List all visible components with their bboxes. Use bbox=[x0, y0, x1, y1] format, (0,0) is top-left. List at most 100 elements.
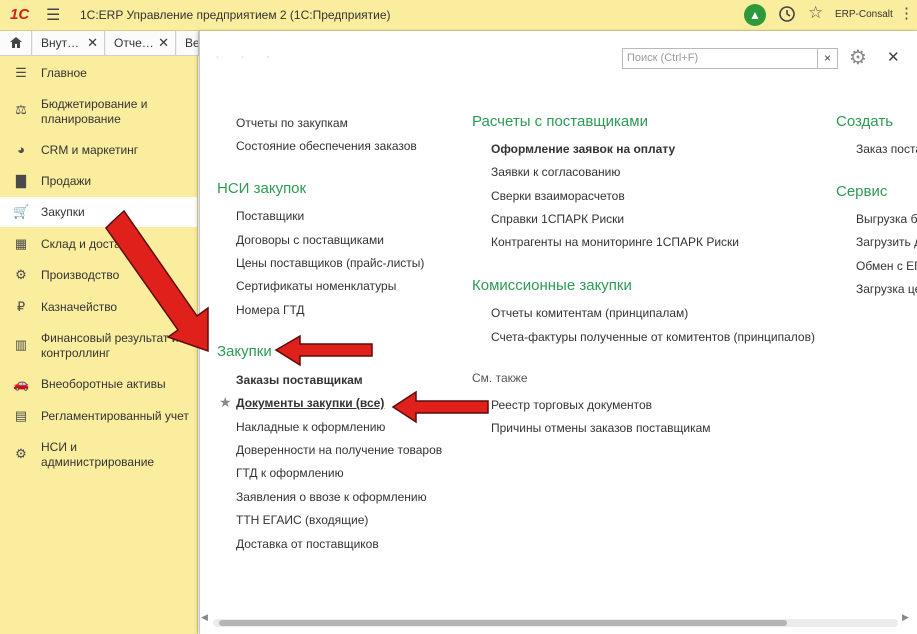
link-consignor-invoices[interactable]: Счета-фактуры полученные от комитентов (… bbox=[491, 330, 815, 344]
warehouse-icon: ▦ bbox=[14, 236, 28, 251]
ledger-icon: ▤ bbox=[14, 408, 28, 423]
pie-chart-icon: ◕ bbox=[17, 142, 25, 157]
star-icon[interactable]: ☆ bbox=[808, 3, 823, 23]
sidebar-item-label: CRM и маркетинг bbox=[41, 143, 139, 157]
link-gtd-to-process[interactable]: ГТД к оформлению bbox=[236, 466, 344, 480]
link-requests-for-approval[interactable]: Заявки к согласованию bbox=[491, 165, 620, 179]
sidebar-item-label: НСИ и администрирование bbox=[41, 440, 155, 469]
sidebar-item-main[interactable]: ☰ Главное bbox=[0, 63, 197, 83]
tab-internal[interactable]: Внут… ✕ bbox=[33, 31, 105, 55]
sidebar-item-purchases[interactable]: 🛒 Закупки bbox=[0, 197, 197, 227]
link-service-export[interactable]: Выгрузка б bbox=[856, 212, 917, 226]
budget-icon: ⚖ bbox=[15, 102, 27, 117]
menu-icon[interactable]: ☰ bbox=[46, 5, 60, 25]
home-icon bbox=[10, 37, 22, 48]
search-input[interactable]: Поиск (Ctrl+F) bbox=[622, 48, 818, 69]
link-service-price-load[interactable]: Загрузка це bbox=[856, 282, 917, 296]
close-icon[interactable]: ✕ bbox=[158, 31, 169, 55]
link-powers-of-attorney[interactable]: Доверенности на получение товаров bbox=[236, 443, 442, 457]
link-trade-documents-register[interactable]: Реестр торговых документов bbox=[491, 398, 652, 412]
sidebar-item-production[interactable]: ⚙ Производство bbox=[0, 265, 197, 285]
sidebar-item-label: Казначейство bbox=[41, 300, 118, 314]
link-supplier-contracts[interactable]: Договоры с поставщиками bbox=[236, 233, 384, 247]
app-title: 1С:ERP Управление предприятием 2 (1С:Пре… bbox=[80, 8, 391, 22]
link-cancel-reasons[interactable]: Причины отмены заказов поставщикам bbox=[491, 421, 711, 435]
favorite-star-icon[interactable]: ★ bbox=[219, 394, 232, 411]
sidebar-item-fixed-assets[interactable]: 🚗 Внеоборотные активы bbox=[0, 374, 197, 394]
sidebar-item-label: Закупки bbox=[41, 205, 85, 219]
gear-icon: ⚙ bbox=[15, 446, 27, 461]
scroll-left-icon[interactable]: ◀ bbox=[201, 612, 208, 623]
bag-icon: ▇ bbox=[16, 173, 26, 188]
heading-settlements: Расчеты с поставщиками bbox=[472, 113, 648, 130]
panel-title-faded: · · · bbox=[215, 48, 279, 65]
history-icon[interactable] bbox=[778, 5, 796, 23]
link-import-applications[interactable]: Заявления о ввозе к оформлению bbox=[236, 490, 427, 504]
link-consignor-reports[interactable]: Отчеты комитентам (принципалам) bbox=[491, 306, 688, 320]
link-supplier-orders[interactable]: Заказы поставщикам bbox=[236, 373, 363, 387]
app-logo: 1С bbox=[10, 6, 30, 23]
heading-purchases: Закупки bbox=[217, 343, 272, 360]
link-service-egais-exchange[interactable]: Обмен с ЕГ bbox=[856, 259, 917, 273]
sidebar-item-regulated-accounting[interactable]: ▤ Регламентированный учет bbox=[0, 406, 197, 426]
tab-label: Отче… bbox=[114, 36, 154, 50]
user-name[interactable]: ERP-Consalt bbox=[835, 9, 893, 20]
sidebar-item-label: Финансовый результат и контроллинг bbox=[41, 331, 179, 360]
cart-icon: 🛒 bbox=[13, 204, 30, 219]
menu-icon: ☰ bbox=[15, 65, 27, 80]
link-gtd-numbers[interactable]: Номера ГТД bbox=[236, 303, 305, 317]
link-supplier-prices[interactable]: Цены поставщиков (прайс-листы) bbox=[236, 256, 424, 270]
link-purchase-reports[interactable]: Отчеты по закупкам bbox=[236, 116, 348, 130]
link-supplier-delivery[interactable]: Доставка от поставщиков bbox=[236, 537, 379, 551]
sidebar-item-label: Регламентированный учет bbox=[41, 409, 189, 423]
close-icon[interactable]: ✕ bbox=[887, 48, 900, 66]
heading-commission: Комиссионные закупки bbox=[472, 277, 632, 294]
title-bar: 1С ☰ 1С:ERP Управление предприятием 2 (1… bbox=[0, 0, 917, 31]
link-payment-requests[interactable]: Оформление заявок на оплату bbox=[491, 142, 675, 156]
sidebar-item-label: Склад и доставка bbox=[41, 237, 140, 251]
car-icon: 🚗 bbox=[13, 376, 30, 391]
sidebar-item-warehouse[interactable]: ▦ Склад и доставка bbox=[0, 234, 197, 254]
more-icon[interactable]: ⋮ bbox=[899, 4, 914, 22]
sidebar-item-sales[interactable]: ▇ Продажи bbox=[0, 171, 197, 191]
link-service-load[interactable]: Загрузить д bbox=[856, 235, 917, 249]
tab-reports[interactable]: Отче… ✕ bbox=[106, 31, 176, 55]
tab-label: Ве bbox=[185, 36, 199, 50]
sidebar-item-label: Внеоборотные активы bbox=[41, 377, 166, 391]
ruble-coin-icon: ₽ bbox=[16, 299, 26, 314]
tab-label: Внут… bbox=[41, 36, 80, 50]
column-create-service: Создать Заказ поста Сервис Выгрузка б За… bbox=[836, 105, 917, 305]
sidebar-item-budgeting[interactable]: ⚖ Бюджетирование и планирование bbox=[0, 94, 197, 130]
sidebar-item-label: Продажи bbox=[41, 174, 92, 188]
heading-service: Сервис bbox=[836, 183, 888, 200]
tab-third[interactable]: Ве bbox=[177, 31, 199, 55]
link-invoices-to-process[interactable]: Накладные к оформлению bbox=[236, 420, 385, 434]
link-purchase-documents-all[interactable]: Документы закупки (все) bbox=[236, 396, 384, 410]
settings-gear-icon[interactable]: ⚙ bbox=[849, 45, 867, 70]
link-reconciliations[interactable]: Сверки взаиморасчетов bbox=[491, 189, 625, 203]
sidebar-item-controlling[interactable]: ▥ Финансовый результат и контроллинг bbox=[0, 328, 197, 364]
scroll-right-icon[interactable]: ▶ bbox=[902, 612, 909, 623]
close-icon[interactable]: ✕ bbox=[87, 31, 98, 55]
home-tab[interactable] bbox=[0, 31, 32, 55]
clear-search-button[interactable]: × bbox=[818, 48, 838, 69]
bell-icon[interactable]: ▲ bbox=[744, 4, 766, 26]
link-suppliers[interactable]: Поставщики bbox=[236, 209, 304, 223]
link-create-supplier-order[interactable]: Заказ поста bbox=[856, 142, 917, 156]
scrollbar-thumb[interactable] bbox=[219, 620, 787, 626]
sidebar-item-crm[interactable]: ◕ CRM и маркетинг bbox=[0, 140, 197, 160]
see-also-label: См. также bbox=[472, 371, 528, 385]
sections-sidebar: ☰ Главное ⚖ Бюджетирование и планировани… bbox=[0, 56, 198, 634]
sidebar-item-label: Бюджетирование и планирование bbox=[41, 97, 148, 126]
link-spark-monitoring[interactable]: Контрагенты на мониторинге 1СПАРК Риски bbox=[491, 235, 739, 249]
bar-chart-icon: ▥ bbox=[14, 337, 28, 352]
sidebar-item-treasury[interactable]: ₽ Казначейство bbox=[0, 297, 197, 317]
factory-icon: ⚙ bbox=[15, 267, 27, 282]
sidebar-item-admin[interactable]: ⚙ НСИ и администрирование bbox=[0, 437, 197, 473]
link-egais-waybills[interactable]: ТТН ЕГАИС (входящие) bbox=[236, 513, 368, 527]
sidebar-item-label: Главное bbox=[41, 66, 87, 80]
sidebar-item-label: Производство bbox=[41, 268, 120, 282]
link-spark-risks[interactable]: Справки 1СПАРК Риски bbox=[491, 212, 624, 226]
link-certificates[interactable]: Сертификаты номенклатуры bbox=[236, 279, 396, 293]
link-order-fulfillment[interactable]: Состояние обеспечения заказов bbox=[236, 139, 417, 153]
